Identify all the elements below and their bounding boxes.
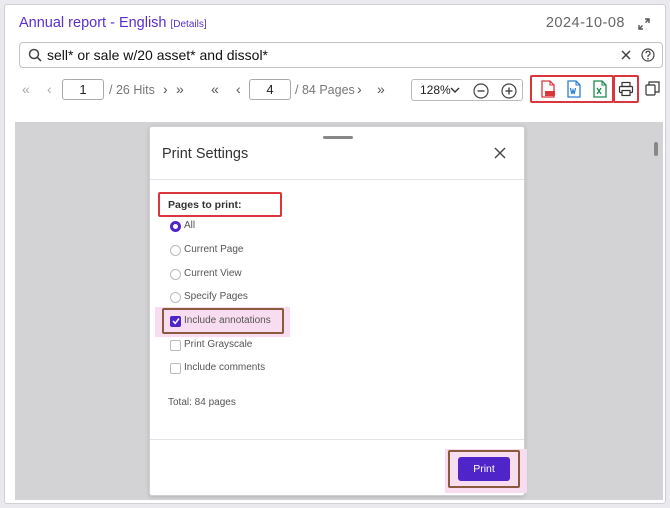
- zoom-in-icon[interactable]: [501, 83, 517, 99]
- checkmark-icon: [172, 318, 180, 325]
- radio-label: Current View: [184, 268, 242, 279]
- search-input[interactable]: sell* or sale w/20 asset* and dissol*: [47, 47, 268, 63]
- radio-unselected[interactable]: [170, 245, 181, 256]
- page-number-input[interactable]: 4: [249, 79, 291, 100]
- checkbox-unchecked[interactable]: [170, 363, 181, 374]
- help-icon[interactable]: [641, 48, 655, 62]
- last-hit-icon[interactable]: »: [176, 81, 184, 97]
- print-settings-dialog: Print Settings Pages to print: All Curre…: [149, 126, 527, 496]
- hit-total: / 26 Hits: [109, 83, 155, 97]
- expand-icon[interactable]: [637, 17, 651, 31]
- pdf-file-icon[interactable]: [540, 80, 556, 98]
- hit-number-input[interactable]: 1: [62, 79, 104, 100]
- search-icon: [28, 48, 42, 62]
- print-button-highlight: [613, 75, 639, 103]
- details-link[interactable]: [Details]: [171, 19, 207, 30]
- next-page-icon[interactable]: ›: [357, 81, 362, 97]
- radio-label: Specify Pages: [184, 291, 248, 302]
- last-page-icon[interactable]: »: [377, 81, 385, 97]
- document-canvas[interactable]: Print Settings Pages to print: All Curre…: [15, 122, 663, 500]
- checkbox-checked[interactable]: [170, 316, 181, 327]
- close-icon[interactable]: [620, 49, 632, 61]
- drag-handle[interactable]: [323, 136, 353, 139]
- close-icon[interactable]: [494, 147, 506, 159]
- double-page-icon[interactable]: [645, 81, 660, 96]
- export-buttons-highlight: [530, 75, 614, 103]
- total-pages-text: Total: 84 pages: [168, 397, 236, 408]
- zoom-value: 128%: [420, 83, 451, 97]
- checkbox-label: Include annotations: [184, 315, 271, 326]
- divider: [150, 179, 524, 180]
- search-bar[interactable]: sell* or sale w/20 asset* and dissol*: [19, 42, 663, 68]
- prev-page-icon[interactable]: ‹: [236, 81, 241, 97]
- print-button[interactable]: Print: [458, 457, 510, 481]
- checkbox-label: Print Grayscale: [184, 339, 253, 350]
- pages-to-print-label: Pages to print:: [168, 199, 242, 211]
- document-viewer-panel: Annual report - English [Details] 2024-10…: [4, 4, 666, 504]
- checkbox-unchecked[interactable]: [170, 340, 181, 351]
- zoom-out-icon[interactable]: [473, 83, 489, 99]
- zoom-select[interactable]: 128%: [411, 79, 523, 101]
- next-hit-icon[interactable]: ›: [163, 81, 168, 97]
- chevron-down-icon: [450, 87, 460, 93]
- printer-icon[interactable]: [618, 81, 634, 97]
- radio-unselected[interactable]: [170, 292, 181, 303]
- checkbox-label: Include comments: [184, 362, 266, 373]
- divider: [150, 439, 524, 440]
- page-total: / 84 Pages: [295, 83, 355, 97]
- radio-unselected[interactable]: [170, 269, 181, 280]
- radio-selected[interactable]: [170, 221, 181, 232]
- excel-file-icon[interactable]: [592, 80, 608, 98]
- radio-label: Current Page: [184, 244, 244, 255]
- word-file-icon[interactable]: [566, 80, 582, 98]
- first-page-icon[interactable]: «: [211, 81, 219, 97]
- document-date: 2024-10-08: [545, 15, 625, 31]
- first-hit-icon[interactable]: «: [22, 81, 30, 97]
- dialog-title: Print Settings: [162, 146, 249, 162]
- document-title: Annual report - English [Details]: [19, 15, 207, 31]
- prev-hit-icon[interactable]: ‹: [47, 81, 52, 97]
- radio-label: All: [184, 220, 196, 231]
- document-title-text: Annual report - English: [19, 15, 167, 31]
- navigation-toolbar: « ‹ 1 / 26 Hits › » « ‹ 4 / 84 Pages › »…: [5, 75, 667, 103]
- scrollbar-thumb[interactable]: [654, 142, 658, 156]
